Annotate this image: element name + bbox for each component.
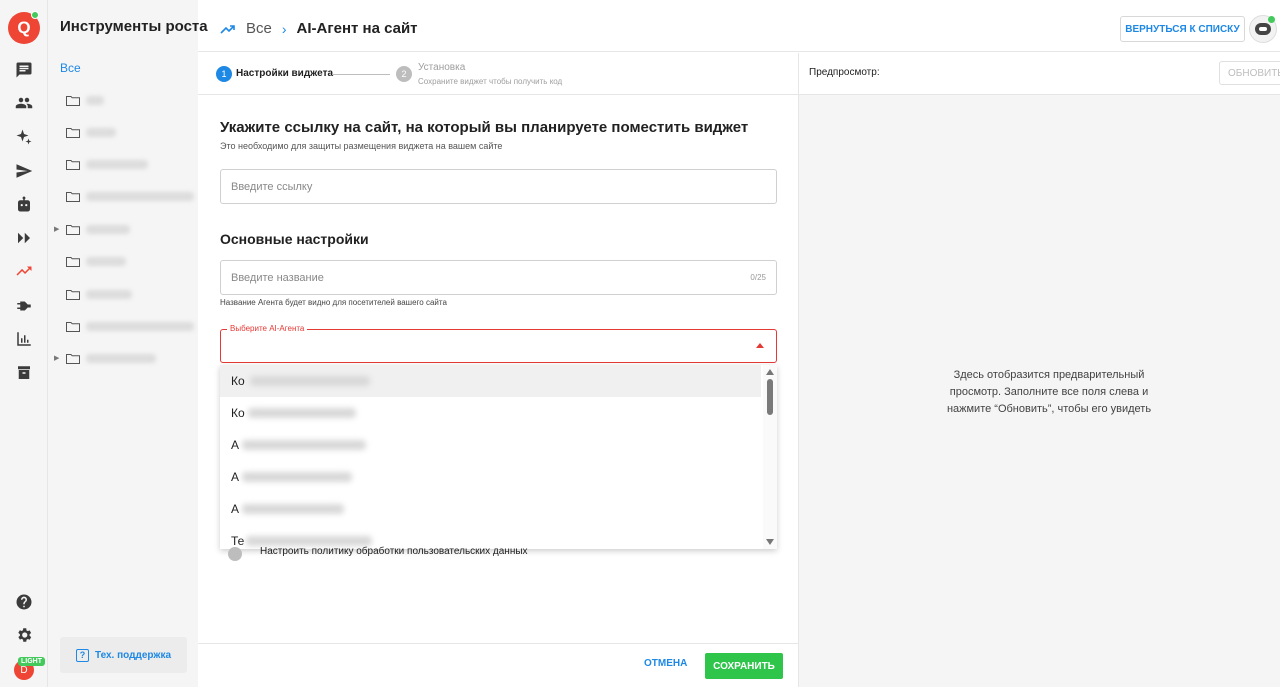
option-label: А <box>231 470 240 484</box>
sidebar-item-all[interactable]: Все <box>60 61 81 75</box>
option-label: Ко <box>231 374 245 388</box>
expand-caret-icon[interactable]: ▶ <box>54 225 59 233</box>
main-settings-heading: Основные настройки <box>220 231 369 247</box>
agent-dropdown-menu: Ко Ко А А А Те <box>220 365 777 549</box>
support-button[interactable]: ? Тех. поддержка <box>60 637 187 673</box>
scroll-down-icon[interactable] <box>766 539 774 545</box>
trending-up-icon <box>220 24 235 34</box>
privacy-policy-toggle[interactable] <box>228 547 242 561</box>
support-label: Тех. поддержка <box>94 649 172 661</box>
dropdown-option[interactable]: А <box>220 461 761 493</box>
preview-header: Предпросмотр: ОБНОВИТЬ <box>799 53 1280 95</box>
site-url-description: Это необходимо для защиты размещения вид… <box>220 141 503 151</box>
dropdown-option[interactable]: Ко <box>220 365 761 397</box>
scroll-up-icon[interactable] <box>766 369 774 375</box>
top-header: Все › AI-Агент на сайт ВЕРНУТЬСЯ К СПИСК… <box>198 5 1280 52</box>
folder-icon <box>66 224 80 235</box>
folder-icon <box>66 353 80 364</box>
widget-settings-form: Укажите ссылку на сайт, на который вы пл… <box>198 95 798 643</box>
robot-icon[interactable] <box>12 192 36 216</box>
folder-icon <box>66 289 80 300</box>
step-connector <box>332 74 390 75</box>
app-root: Q D LIGHT Инструменты роста Все ▶ ▶ ? Те… <box>0 0 1280 687</box>
preview-title: Предпросмотр: <box>809 67 880 78</box>
scrollbar-thumb[interactable] <box>767 379 773 415</box>
sparkle-icon[interactable] <box>12 125 36 149</box>
agent-name-placeholder: Введите название <box>231 272 324 284</box>
option-label: Те <box>231 534 245 548</box>
option-label: А <box>231 438 240 452</box>
folder-item[interactable] <box>48 154 198 174</box>
breadcrumb-root[interactable]: Все <box>246 20 272 37</box>
dropdown-option[interactable]: Ко <box>220 397 761 429</box>
dropdown-scrollbar[interactable] <box>763 365 777 549</box>
folder-icon <box>66 159 80 170</box>
breadcrumb: Все › AI-Агент на сайт <box>220 20 418 37</box>
folder-icon <box>66 191 80 202</box>
dropdown-option[interactable]: А <box>220 493 761 525</box>
site-url-heading: Укажите ссылку на сайт, на который вы пл… <box>220 119 749 136</box>
option-label: А <box>231 502 240 516</box>
folder-item[interactable]: ▶ <box>48 219 198 239</box>
sidebar-title: Инструменты роста <box>60 18 208 35</box>
online-indicator <box>31 11 39 19</box>
icon-rail: Q D LIGHT <box>0 0 48 687</box>
caret-up-icon[interactable] <box>756 343 764 348</box>
folder-item[interactable]: ▶ <box>48 348 198 368</box>
breadcrumb-separator-icon: › <box>281 20 287 37</box>
folder-item[interactable] <box>48 186 198 206</box>
folder-item[interactable] <box>48 316 198 336</box>
folder-item[interactable] <box>48 251 198 271</box>
agent-name-input[interactable]: Введите название 0/25 <box>220 260 777 295</box>
step-2-sublabel: Сохраните виджет чтобы получить код <box>418 77 563 86</box>
privacy-policy-label: Настроить политику обработки пользовател… <box>260 546 528 557</box>
online-indicator <box>1268 16 1275 23</box>
step-1-indicator[interactable]: 1 <box>216 66 232 82</box>
folder-icon <box>66 256 80 267</box>
form-footer: ОТМЕНА СОХРАНИТЬ <box>198 643 798 687</box>
refresh-button[interactable]: ОБНОВИТЬ <box>1219 61 1280 85</box>
send-icon[interactable] <box>12 159 36 183</box>
chat-icon[interactable] <box>12 58 36 82</box>
agent-select[interactable]: Выберите AI-Агента <box>220 324 777 363</box>
dropdown-option[interactable]: А <box>220 429 761 461</box>
trending-up-icon[interactable] <box>12 259 36 283</box>
site-url-input[interactable]: Введите ссылку <box>220 169 777 204</box>
back-to-list-button[interactable]: ВЕРНУТЬСЯ К СПИСКУ <box>1120 16 1245 42</box>
option-label: Ко <box>231 406 245 420</box>
folder-icon <box>66 95 80 106</box>
help-square-icon: ? <box>75 648 89 662</box>
setup-stepper: 1 Настройки виджета 2 Установка Сохранит… <box>198 53 798 95</box>
step-1-label[interactable]: Настройки виджета <box>236 68 333 79</box>
bar-chart-icon[interactable] <box>12 327 36 351</box>
agent-name-hint: Название Агента будет видно для посетите… <box>220 298 447 307</box>
users-icon[interactable] <box>12 91 36 115</box>
help-icon[interactable] <box>12 590 36 614</box>
archive-icon[interactable] <box>12 361 36 385</box>
double-chevron-icon[interactable] <box>12 226 36 250</box>
tools-sidebar: Инструменты роста Все ▶ ▶ ? Тех. поддерж… <box>48 0 208 687</box>
page-title: AI-Агент на сайт <box>296 20 418 37</box>
site-url-placeholder: Введите ссылку <box>231 181 313 193</box>
folder-item[interactable] <box>48 284 198 304</box>
expand-caret-icon[interactable]: ▶ <box>54 354 59 362</box>
folder-icon <box>66 127 80 138</box>
folder-icon <box>66 321 80 332</box>
preview-placeholder-message: Здесь отобразится предварительный просмо… <box>946 369 1152 415</box>
plug-icon[interactable] <box>12 294 36 318</box>
step-2-indicator[interactable]: 2 <box>396 66 412 82</box>
agent-select-label: Выберите AI-Агента <box>227 324 308 333</box>
settings-icon[interactable] <box>12 623 36 647</box>
folder-item[interactable] <box>48 90 198 110</box>
cancel-button[interactable]: ОТМЕНА <box>644 658 687 669</box>
folder-item[interactable] <box>48 122 198 142</box>
char-counter: 0/25 <box>750 273 766 282</box>
preview-panel: Предпросмотр: ОБНОВИТЬ Здесь отобразится… <box>798 53 1280 687</box>
step-2-label[interactable]: Установка <box>418 62 465 73</box>
plan-badge: LIGHT <box>18 657 45 666</box>
save-button[interactable]: СОХРАНИТЬ <box>705 653 783 679</box>
